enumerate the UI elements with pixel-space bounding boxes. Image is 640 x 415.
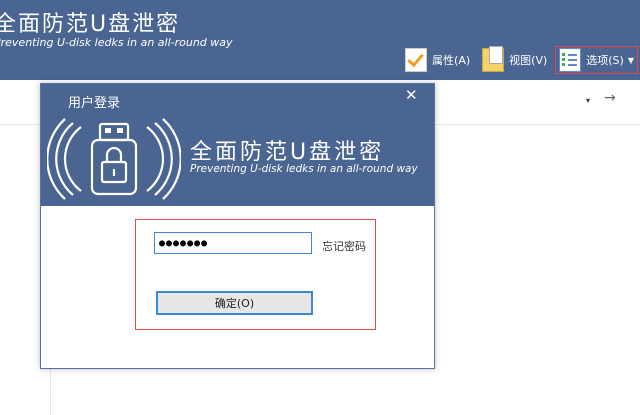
close-icon[interactable]: ✕ bbox=[405, 86, 418, 104]
login-form-area: 忘记密码 确定(O) bbox=[135, 219, 376, 330]
address-dropdown-icon[interactable]: ▾ bbox=[586, 96, 590, 105]
view-button[interactable]: 视图(V) bbox=[478, 46, 551, 74]
toolbar: 属性(A) 视图(V) 选项(S) ▼ bbox=[401, 44, 638, 76]
usb-lock-logo-icon bbox=[47, 118, 181, 200]
password-input[interactable] bbox=[154, 232, 312, 254]
dialog-header: 用户登录 ✕ 全面防范U盘泄密 Preventing U-disk ledks … bbox=[41, 84, 434, 206]
forward-arrow-icon[interactable]: → bbox=[604, 90, 616, 106]
options-label: 选项(S) bbox=[586, 54, 624, 67]
dialog-title: 用户登录 bbox=[68, 96, 121, 111]
ok-button[interactable]: 确定(O) bbox=[156, 291, 313, 315]
dialog-brand-subtitle: Preventing U-disk ledks in an all-round … bbox=[190, 163, 418, 175]
app-title: 全面防范U盘泄密 bbox=[0, 12, 181, 37]
view-label: 视图(V) bbox=[509, 54, 548, 67]
options-dropdown-icon: ▼ bbox=[627, 55, 634, 65]
properties-label: 属性(A) bbox=[432, 54, 471, 67]
checklist-icon bbox=[559, 48, 582, 72]
options-button[interactable]: 选项(S) ▼ bbox=[555, 46, 638, 74]
app-header: 全面防范U盘泄密 Preventing U-disk ledks in an a… bbox=[0, 0, 640, 80]
forgot-password-link[interactable]: 忘记密码 bbox=[322, 238, 366, 254]
dialog-brand-title: 全面防范U盘泄密 bbox=[190, 140, 385, 165]
document-icon bbox=[482, 46, 505, 72]
login-dialog: 用户登录 ✕ 全面防范U盘泄密 Preventing U-disk ledks … bbox=[40, 83, 435, 369]
app-subtitle: Preventing U-disk ledks in an all-round … bbox=[0, 36, 233, 49]
properties-button[interactable]: 属性(A) bbox=[401, 46, 474, 74]
checkmark-icon bbox=[405, 48, 428, 72]
